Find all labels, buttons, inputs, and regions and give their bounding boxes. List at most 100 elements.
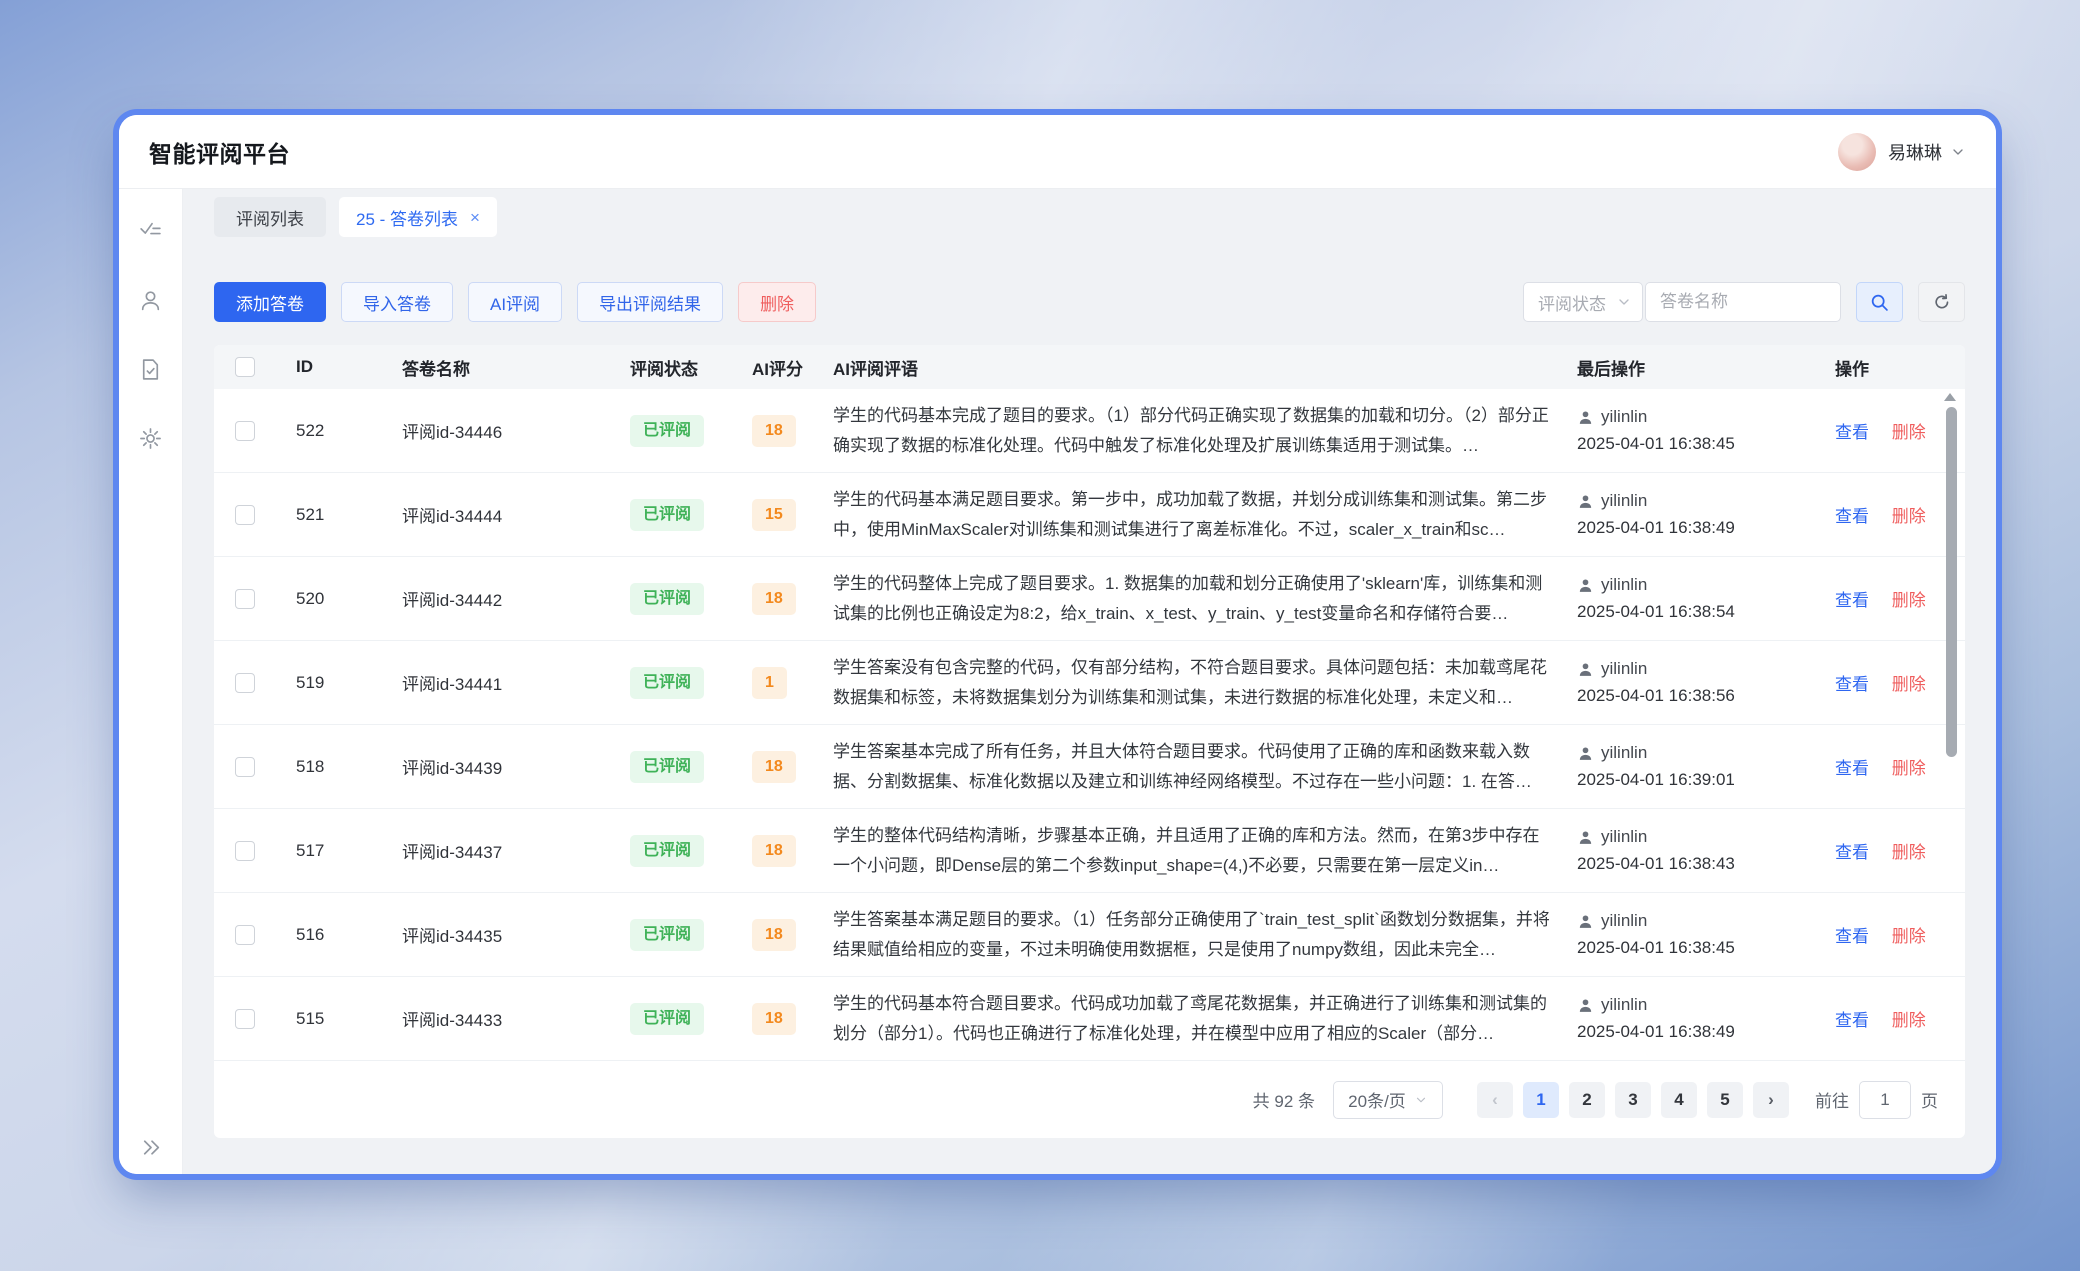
row-checkbox[interactable] xyxy=(235,1009,255,1029)
table-row: 516 评阅id-34435 已评阅 18 学生答案基本满足题目的要求。（1）任… xyxy=(214,893,1965,977)
col-comment: AI评阅评语 xyxy=(826,355,1553,380)
row-operator: yilinlin xyxy=(1601,491,1647,511)
row-checkbox[interactable] xyxy=(235,505,255,525)
settings-icon[interactable] xyxy=(138,426,163,451)
table-row: 519 评阅id-34441 已评阅 1 学生答案没有包含完整的代码，仅有部分结… xyxy=(214,641,1965,725)
answer-table: ID 答卷名称 评阅状态 AI评分 AI评阅评语 最后操作 操作 522 评阅i… xyxy=(214,345,1965,1138)
import-answer-button[interactable]: 导入答卷 xyxy=(341,282,453,322)
add-answer-button[interactable]: 添加答卷 xyxy=(214,282,326,322)
row-time: 2025-04-01 16:38:56 xyxy=(1577,686,1811,706)
delete-link[interactable]: 删除 xyxy=(1892,927,1926,946)
table-body: 522 评阅id-34446 已评阅 18 学生的代码基本完成了题目的要求。（1… xyxy=(214,389,1965,1061)
row-checkbox[interactable] xyxy=(235,757,255,777)
table-row: 521 评阅id-34444 已评阅 15 学生的代码基本满足题目要求。第一步中… xyxy=(214,473,1965,557)
page-button-2[interactable]: 2 xyxy=(1569,1082,1605,1118)
row-id: 515 xyxy=(272,1009,378,1029)
view-link[interactable]: 查看 xyxy=(1835,423,1869,442)
select-all-checkbox[interactable] xyxy=(235,357,255,377)
pagination: 共 92 条 20条/页 ‹ 12345 › 前往 页 xyxy=(214,1061,1965,1138)
row-checkbox[interactable] xyxy=(235,589,255,609)
delete-link[interactable]: 删除 xyxy=(1892,759,1926,778)
page-button-3[interactable]: 3 xyxy=(1615,1082,1651,1118)
row-name: 评阅id-34437 xyxy=(378,838,606,863)
main-content: 评阅列表 25 - 答卷列表 × 添加答卷 导入答卷 AI评阅 导出评阅结果 删… xyxy=(183,189,1996,1174)
view-link[interactable]: 查看 xyxy=(1835,759,1869,778)
status-badge: 已评阅 xyxy=(630,415,704,447)
next-page-button[interactable]: › xyxy=(1753,1082,1789,1118)
review-list-icon[interactable] xyxy=(138,219,163,244)
page-button-5[interactable]: 5 xyxy=(1707,1082,1743,1118)
delete-link[interactable]: 删除 xyxy=(1892,423,1926,442)
col-name: 答卷名称 xyxy=(378,355,606,380)
page-button-4[interactable]: 4 xyxy=(1661,1082,1697,1118)
tab-answer-list[interactable]: 25 - 答卷列表 × xyxy=(339,197,497,237)
chevron-down-icon xyxy=(1616,294,1632,310)
row-name: 评阅id-34441 xyxy=(378,670,606,695)
person-icon xyxy=(1577,913,1594,930)
score-badge: 1 xyxy=(752,667,787,699)
row-checkbox[interactable] xyxy=(235,841,255,861)
prev-page-button[interactable]: ‹ xyxy=(1477,1082,1513,1118)
delete-link[interactable]: 删除 xyxy=(1892,675,1926,694)
search-icon xyxy=(1869,292,1890,313)
status-badge: 已评阅 xyxy=(630,835,704,867)
status-filter-select[interactable]: 评阅状态 xyxy=(1523,282,1643,322)
view-link[interactable]: 查看 xyxy=(1835,675,1869,694)
tab-close-icon[interactable]: × xyxy=(470,209,480,226)
scroll-up-arrow[interactable] xyxy=(1944,393,1956,401)
answer-sheet-icon[interactable] xyxy=(138,357,163,382)
status-badge: 已评阅 xyxy=(630,919,704,951)
row-name: 评阅id-34435 xyxy=(378,922,606,947)
view-link[interactable]: 查看 xyxy=(1835,927,1869,946)
user-menu[interactable]: 易琳琳 xyxy=(1838,133,1966,171)
search-input[interactable] xyxy=(1645,282,1841,322)
page-button-1[interactable]: 1 xyxy=(1523,1082,1559,1118)
delete-link[interactable]: 删除 xyxy=(1892,1011,1926,1030)
row-name: 评阅id-34444 xyxy=(378,502,606,527)
view-link[interactable]: 查看 xyxy=(1835,843,1869,862)
ai-review-button[interactable]: AI评阅 xyxy=(468,282,562,322)
view-link[interactable]: 查看 xyxy=(1835,591,1869,610)
app-header: 智能评阅平台 易琳琳 xyxy=(119,115,1996,189)
row-id: 517 xyxy=(272,841,378,861)
delete-link[interactable]: 删除 xyxy=(1892,591,1926,610)
row-time: 2025-04-01 16:38:54 xyxy=(1577,602,1811,622)
delete-link[interactable]: 删除 xyxy=(1892,507,1926,526)
score-badge: 18 xyxy=(752,751,796,783)
row-checkbox[interactable] xyxy=(235,673,255,693)
row-operator: yilinlin xyxy=(1601,575,1647,595)
search-button[interactable] xyxy=(1856,282,1903,322)
row-checkbox[interactable] xyxy=(235,421,255,441)
status-badge: 已评阅 xyxy=(630,583,704,615)
page-title: 智能评阅平台 xyxy=(149,135,290,169)
delete-link[interactable]: 删除 xyxy=(1892,843,1926,862)
tab-review-list[interactable]: 评阅列表 xyxy=(214,197,326,237)
goto-page-input[interactable] xyxy=(1859,1081,1911,1119)
row-time: 2025-04-01 16:38:45 xyxy=(1577,938,1811,958)
row-checkbox[interactable] xyxy=(235,925,255,945)
person-icon xyxy=(1577,745,1594,762)
table-row: 515 评阅id-34433 已评阅 18 学生的代码基本符合题目要求。代码成功… xyxy=(214,977,1965,1061)
view-link[interactable]: 查看 xyxy=(1835,1011,1869,1030)
row-id: 519 xyxy=(272,673,378,693)
status-filter-placeholder: 评阅状态 xyxy=(1538,290,1606,315)
status-badge: 已评阅 xyxy=(630,499,704,531)
person-icon xyxy=(1577,829,1594,846)
scrollbar-thumb[interactable] xyxy=(1946,407,1957,757)
user-icon[interactable] xyxy=(138,288,163,313)
goto-label: 前往 xyxy=(1815,1087,1849,1112)
collapse-icon[interactable] xyxy=(138,1135,163,1160)
row-name: 评阅id-34433 xyxy=(378,1006,606,1031)
row-name: 评阅id-34442 xyxy=(378,586,606,611)
tab-label: 25 - 答卷列表 xyxy=(356,205,458,230)
score-badge: 18 xyxy=(752,415,796,447)
delete-button[interactable]: 删除 xyxy=(738,282,816,322)
view-link[interactable]: 查看 xyxy=(1835,507,1869,526)
page-size-select[interactable]: 20条/页 xyxy=(1333,1081,1443,1119)
row-operator: yilinlin xyxy=(1601,827,1647,847)
avatar[interactable] xyxy=(1838,133,1876,171)
page-number-list: 12345 xyxy=(1513,1082,1743,1118)
refresh-button[interactable] xyxy=(1918,282,1965,322)
export-results-button[interactable]: 导出评阅结果 xyxy=(577,282,723,322)
col-status: 评阅状态 xyxy=(606,355,728,380)
